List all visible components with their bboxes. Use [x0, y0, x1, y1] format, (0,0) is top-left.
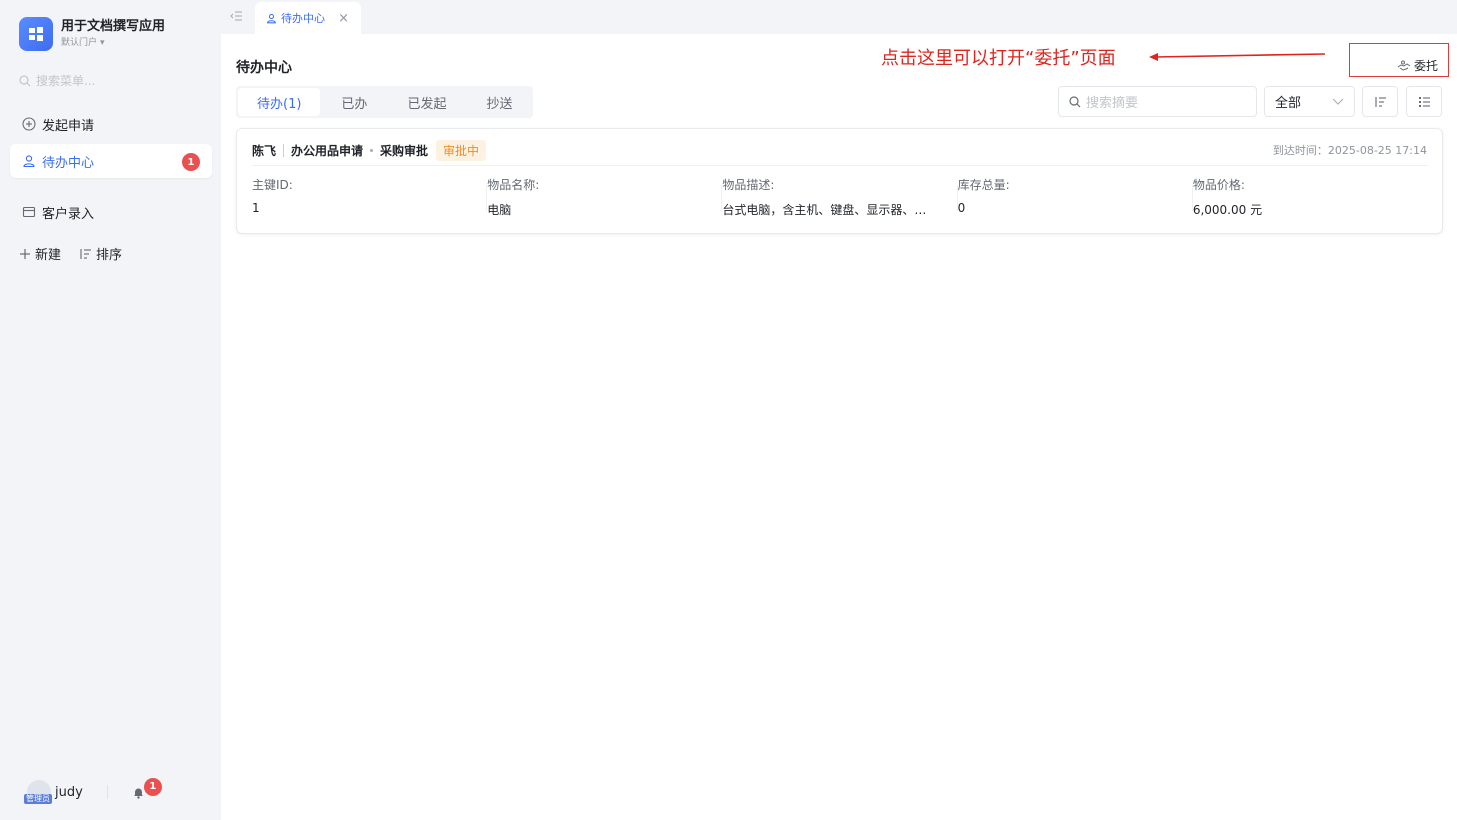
card-fields: 主键ID: 1 物品名称: 电脑 物品描述: 台式电脑，含主机、键盘、显示器、…… [252, 177, 1428, 218]
divider [252, 165, 1428, 166]
delegate-button[interactable]: 委托 [1397, 57, 1438, 74]
field-value: 台式电脑，含主机、键盘、显示器、… [722, 203, 927, 217]
collapse-icon [230, 11, 242, 21]
todo-card[interactable]: 陈飞 办公用品申请 采购审批 审批中 到达时间：2025-08-25 17:14… [236, 128, 1443, 234]
app-logo-icon [19, 17, 53, 51]
notification-badge: 1 [143, 777, 162, 796]
avatar[interactable]: 管理员 [24, 780, 52, 804]
search-icon [19, 74, 31, 86]
field-value: 电脑 [487, 203, 512, 217]
filter-select[interactable]: 全部 [1264, 86, 1355, 117]
sort-icon [80, 248, 92, 259]
list-icon [1418, 96, 1430, 107]
divider [283, 143, 285, 157]
sort-button[interactable]: 排序 [79, 244, 122, 263]
app-header[interactable]: 用于文档撰写应用 默认门户 ▾ [19, 17, 165, 51]
field-id: 主键ID: 1 [252, 177, 488, 218]
app-name: 用于文档撰写应用 [61, 19, 166, 34]
tab-bar: 待办中心 × [221, 0, 1457, 34]
field-price: 物品价格: 6,000.00 元 [1193, 177, 1428, 218]
portal-switcher[interactable]: 默认门户 ▾ [61, 36, 165, 50]
new-label: 新建 [35, 248, 62, 263]
annotation-arrow-icon [1149, 53, 1326, 61]
user-task-icon [267, 13, 276, 23]
close-icon[interactable]: × [338, 11, 349, 26]
notification-button[interactable]: 1 [132, 777, 162, 799]
page-title: 待办中心 [236, 60, 292, 76]
sort-label: 排序 [96, 248, 123, 263]
sidebar-item-label: 发起申请 [42, 118, 95, 134]
user-name[interactable]: judy [55, 785, 83, 800]
todo-count-badge: 1 [182, 153, 200, 171]
sort-order-button[interactable] [1362, 86, 1398, 117]
menu-search-placeholder: 搜索菜单... [36, 74, 96, 88]
field-label: 主键ID: [252, 178, 293, 192]
sidebar: 用于文档撰写应用 默认门户 ▾ 搜索菜单... 发起申请 待办中心 1 客户录入 … [0, 0, 221, 820]
field-label: 物品描述: [722, 178, 775, 192]
field-value: 0 [957, 201, 966, 215]
dot-separator [370, 148, 374, 152]
applicant-name: 陈飞 [252, 143, 277, 158]
chevron-down-icon [1332, 98, 1344, 105]
delegate-label: 委托 [1413, 59, 1438, 73]
field-label: 物品价格: [1192, 178, 1245, 192]
sidebar-footer: 管理员 judy 1 [24, 777, 197, 804]
sidebar-item-label: 客户录入 [42, 206, 95, 222]
menu-search-input[interactable]: 搜索菜单... [19, 72, 95, 89]
bell-icon [133, 788, 143, 799]
search-icon [1069, 95, 1081, 107]
sidebar-item-label: 待办中心 [42, 155, 95, 171]
status-badge: 审批中 [436, 139, 487, 161]
user-role-badge: 管理员 [24, 794, 52, 804]
card-header: 陈飞 办公用品申请 采购审批 审批中 [252, 139, 487, 161]
card-icon [22, 206, 36, 218]
process-name: 办公用品申请 [291, 143, 364, 158]
collapse-sidebar-button[interactable] [230, 10, 243, 26]
summary-search-input[interactable]: 搜索摘要 [1058, 86, 1257, 117]
plus-circle-icon [22, 117, 36, 131]
tab-done[interactable]: 已办 [322, 88, 386, 116]
list-view-button[interactable] [1406, 86, 1442, 117]
user-task-icon [23, 155, 35, 168]
handshake-icon [1397, 60, 1411, 71]
tab-initiated[interactable]: 已发起 [388, 88, 465, 116]
field-stock: 库存总量: 0 [958, 177, 1193, 218]
tab-cc[interactable]: 抄送 [467, 88, 531, 116]
tab-pending[interactable]: 待办(1) [238, 88, 321, 116]
field-label: 库存总量: [957, 178, 1010, 192]
field-value: 1 [252, 201, 260, 215]
plus-icon [20, 248, 30, 259]
sidebar-item-todo[interactable]: 待办中心 1 [10, 144, 212, 178]
arrival-time: 到达时间：2025-08-25 17:14 [1272, 144, 1427, 157]
search-placeholder: 搜索摘要 [1086, 96, 1139, 111]
sidebar-item-customer[interactable]: 客户录入 [10, 195, 212, 229]
field-item-desc: 物品描述: 台式电脑，含主机、键盘、显示器、… [722, 177, 958, 218]
annotation-text: 点击这里可以打开“委托”页面 [881, 48, 1116, 69]
field-item-name: 物品名称: 电脑 [487, 177, 723, 218]
main-content: 待办中心 点击这里可以打开“委托”页面 委托 待办(1) 已办 已发起 抄送 搜… [221, 34, 1457, 820]
delegate-highlight-box: 委托 [1349, 43, 1449, 77]
node-name: 采购审批 [380, 143, 429, 158]
field-value: 6,000.00 元 [1192, 203, 1263, 217]
divider [106, 785, 108, 799]
todo-tabs: 待办(1) 已办 已发起 抄送 [236, 86, 534, 118]
portal-label: 默认门户 [61, 38, 98, 48]
sort-desc-icon [1374, 96, 1386, 107]
caret-down-icon: ▾ [100, 38, 105, 48]
new-button[interactable]: 新建 [19, 244, 61, 263]
filter-value: 全部 [1275, 96, 1302, 111]
tab-todo-center[interactable]: 待办中心 × [255, 2, 361, 34]
sidebar-actions: 新建 排序 [19, 244, 122, 263]
tab-label: 待办中心 [281, 12, 325, 25]
sidebar-item-apply[interactable]: 发起申请 [10, 107, 212, 141]
field-label: 物品名称: [487, 178, 540, 192]
